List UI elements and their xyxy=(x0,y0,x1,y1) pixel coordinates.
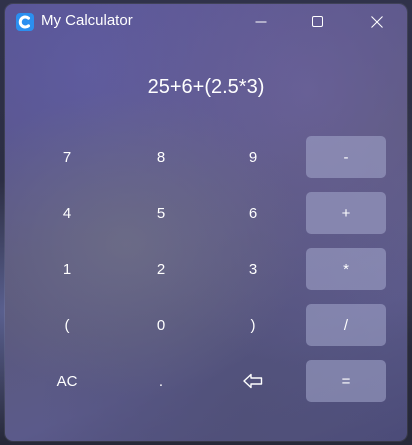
key-4[interactable]: 4 xyxy=(27,192,107,234)
close-icon xyxy=(371,16,383,28)
key-subtract[interactable]: - xyxy=(306,136,386,178)
key-3[interactable]: 3 xyxy=(213,248,293,290)
backspace-icon xyxy=(243,373,263,389)
expression-display: 25+6+(2.5*3) xyxy=(147,76,265,98)
key-7[interactable]: 7 xyxy=(27,136,107,178)
key-8[interactable]: 8 xyxy=(121,136,201,178)
key-9[interactable]: 9 xyxy=(213,136,293,178)
key-decimal[interactable]: . xyxy=(121,360,201,402)
key-equals[interactable]: = xyxy=(306,360,386,402)
key-open-paren[interactable]: ( xyxy=(27,304,107,346)
backspace-button[interactable] xyxy=(213,360,293,402)
window-title: My Calculator xyxy=(41,12,133,29)
calculator-app-icon xyxy=(16,13,34,31)
title-bar[interactable]: My Calculator xyxy=(5,4,407,40)
minimize-button[interactable] xyxy=(238,4,284,40)
calculator-window: My Calculator 25+6+(2.5*3) 7 8 9 - 4 5 6… xyxy=(5,4,407,441)
maximize-button[interactable] xyxy=(295,4,341,40)
minimize-icon xyxy=(255,21,267,23)
key-divide[interactable]: / xyxy=(306,304,386,346)
key-0[interactable]: 0 xyxy=(121,304,201,346)
key-1[interactable]: 1 xyxy=(27,248,107,290)
key-2[interactable]: 2 xyxy=(121,248,201,290)
close-button[interactable] xyxy=(354,4,400,40)
key-5[interactable]: 5 xyxy=(121,192,201,234)
key-multiply[interactable]: * xyxy=(306,248,386,290)
key-all-clear[interactable]: AC xyxy=(27,360,107,402)
key-close-paren[interactable]: ) xyxy=(213,304,293,346)
key-add[interactable]: + xyxy=(306,192,386,234)
key-6[interactable]: 6 xyxy=(213,192,293,234)
maximize-icon xyxy=(312,16,323,27)
